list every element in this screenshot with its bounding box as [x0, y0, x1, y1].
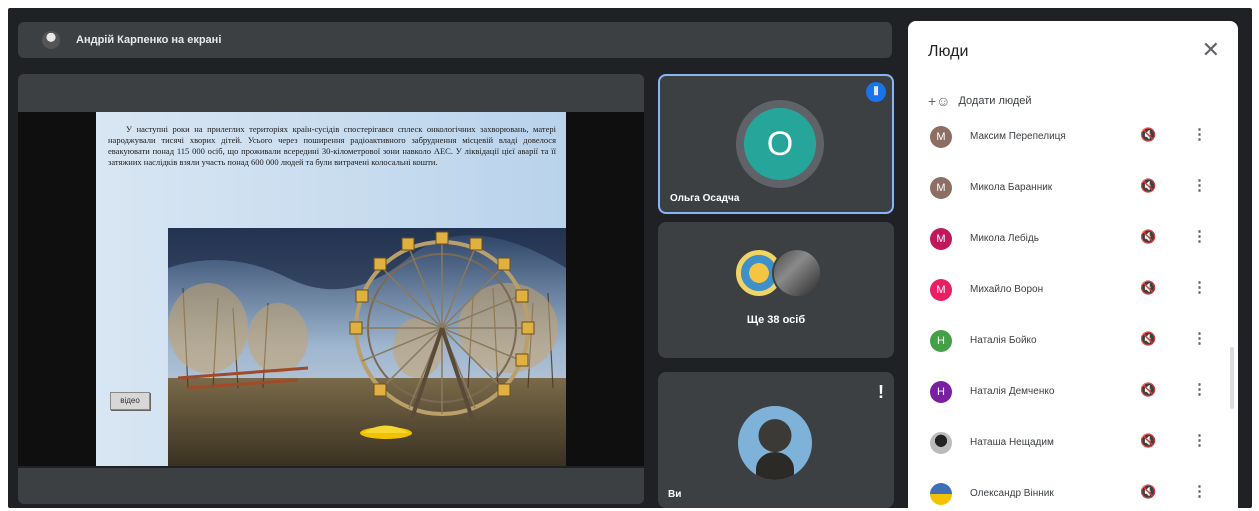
more-options-icon[interactable]: ⋮ [1192, 125, 1207, 143]
list-item[interactable]: Н Наталія Демченко 🔇 ⋮ [908, 368, 1238, 419]
participant-name: Ольга Осадча [670, 193, 740, 204]
participant-name: Наташа Нещадим [970, 437, 1054, 448]
avatar-figure [756, 452, 794, 480]
presenter-avatar [42, 31, 60, 49]
list-item[interactable]: М Микола Баранник 🔇 ⋮ [908, 164, 1238, 215]
scrollbar[interactable] [1230, 347, 1234, 409]
avatar: М [930, 177, 952, 199]
mic-off-icon[interactable]: 🔇 [1140, 382, 1156, 398]
avatar [930, 483, 952, 505]
avatar [772, 248, 822, 298]
list-item[interactable]: М Микола Лебідь 🔇 ⋮ [908, 215, 1238, 266]
participant-name: Максим Перепелиця [970, 131, 1066, 142]
more-options-icon[interactable]: ⋮ [1192, 278, 1207, 296]
more-options-icon[interactable]: ⋮ [1192, 227, 1207, 245]
participant-name: Олександр Вінник [970, 488, 1054, 499]
list-item[interactable]: М Михайло Ворон 🔇 ⋮ [908, 266, 1238, 317]
participant-tile-olha[interactable]: ⦀ О Ольга Осадча [658, 74, 894, 214]
add-people-button[interactable]: +☺ Додати людей [928, 93, 1032, 109]
people-panel: Люди ✕ +☺ Додати людей М Максим Перепели… [908, 21, 1238, 511]
video-button[interactable]: відео [110, 392, 150, 410]
self-avatar [738, 406, 812, 480]
participant-name: Микола Лебідь [970, 233, 1039, 244]
mic-off-icon[interactable]: 🔇 [1140, 280, 1156, 296]
presenter-label: Андрій Карпенко на екрані [76, 34, 222, 46]
people-header: Люди ✕ [908, 21, 1238, 77]
more-options-icon[interactable]: ⋮ [1192, 431, 1207, 449]
avatar: Н [930, 381, 952, 403]
presentation-top-bar [18, 74, 644, 112]
mic-off-icon[interactable]: 🔇 [1140, 127, 1156, 143]
list-item[interactable]: Олександр Вінник 🔇 ⋮ [908, 470, 1238, 511]
self-tile[interactable]: ! Ви [658, 372, 894, 508]
mic-off-icon[interactable]: 🔇 [1140, 331, 1156, 347]
participant-name: Наталія Демченко [970, 386, 1055, 397]
self-name: Ви [668, 489, 682, 500]
mic-off-icon[interactable]: 🔇 [1140, 229, 1156, 245]
avatar [930, 432, 952, 454]
avatar: М [930, 228, 952, 250]
ferris-wheel-photo [168, 228, 566, 466]
avatar-stack [734, 248, 824, 298]
participant-name: Микола Баранник [970, 182, 1053, 193]
presenter-bar: Андрій Карпенко на екрані [18, 22, 892, 58]
participant-list: М Максим Перепелиця 🔇 ⋮ М Микола Баранни… [908, 113, 1238, 511]
add-person-icon: +☺ [928, 93, 951, 109]
avatar: М [930, 126, 952, 148]
participant-avatar: О [736, 100, 824, 188]
ferris-wheel-image [168, 228, 566, 466]
more-options-icon[interactable]: ⋮ [1192, 176, 1207, 194]
more-participants-label: Ще 38 осіб [746, 314, 806, 326]
presentation-bottom-bar [18, 468, 644, 504]
participant-name: Наталія Бойко [970, 335, 1037, 346]
avatar: Н [930, 330, 952, 352]
panel-title: Люди [928, 43, 969, 60]
mic-off-icon[interactable]: 🔇 [1140, 178, 1156, 194]
add-people-label: Додати людей [958, 95, 1032, 107]
more-options-icon[interactable]: ⋮ [1192, 380, 1207, 398]
list-item[interactable]: М Максим Перепелиця 🔇 ⋮ [908, 113, 1238, 164]
presentation-slide: У наступні роки на прилеглих територіях … [96, 112, 566, 466]
mic-off-icon[interactable]: 🔇 [1140, 433, 1156, 449]
shared-screen[interactable]: У наступні роки на прилеглих територіях … [18, 112, 644, 466]
avatar: М [930, 279, 952, 301]
more-options-icon[interactable]: ⋮ [1192, 329, 1207, 347]
avatar-initial: О [744, 108, 816, 180]
speaking-indicator-icon: ⦀ [866, 82, 886, 102]
slide-paragraph: У наступні роки на прилеглих територіях … [108, 124, 556, 167]
alert-icon[interactable]: ! [878, 382, 884, 403]
list-item[interactable]: Н Наталія Бойко 🔇 ⋮ [908, 317, 1238, 368]
list-item[interactable]: Наташа Нещадим 🔇 ⋮ [908, 419, 1238, 470]
mic-off-icon[interactable]: 🔇 [1140, 484, 1156, 500]
close-icon[interactable]: ✕ [1202, 37, 1220, 63]
more-participants-tile[interactable]: Ще 38 осіб [658, 222, 894, 358]
participant-name: Михайло Ворон [970, 284, 1044, 295]
more-options-icon[interactable]: ⋮ [1192, 482, 1207, 500]
